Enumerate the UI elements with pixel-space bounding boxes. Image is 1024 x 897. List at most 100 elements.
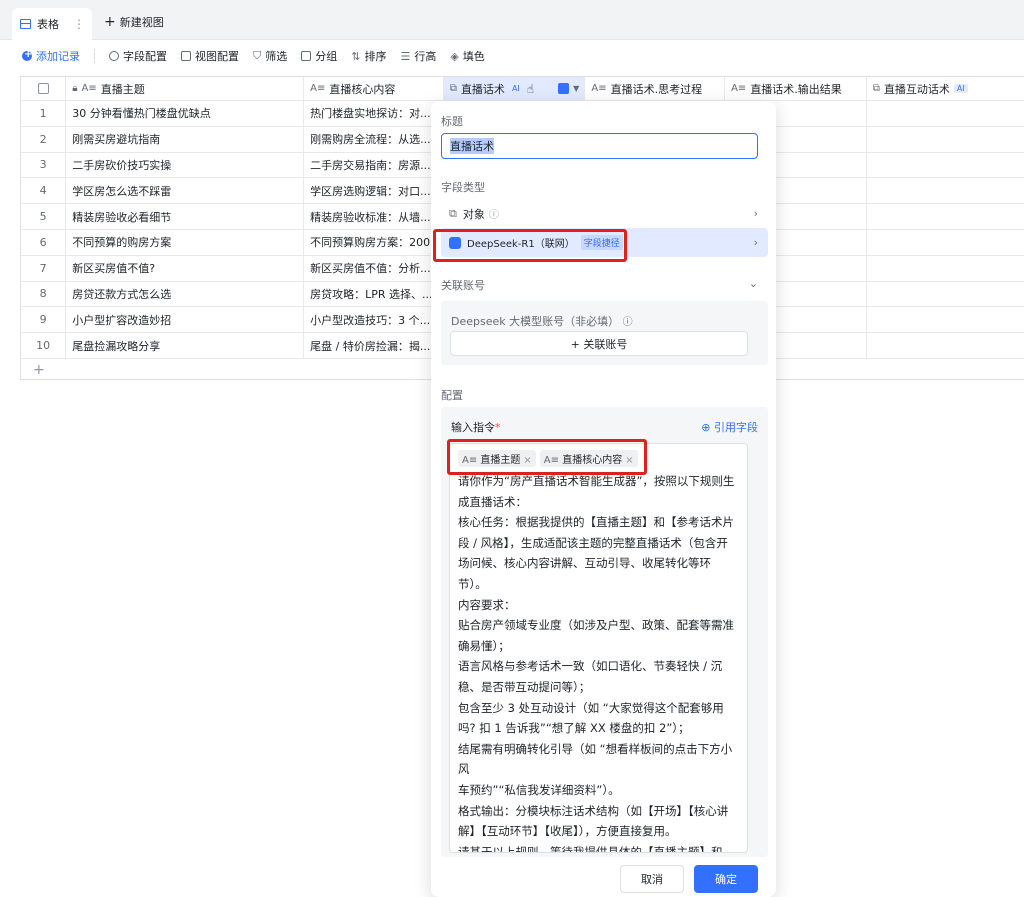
caret-down-icon[interactable]: ▼	[573, 84, 579, 93]
object-field-icon: ⧉	[872, 83, 880, 94]
cell-interact[interactable]	[867, 178, 1024, 203]
cell-topic[interactable]: 学区房怎么选不踩雷	[66, 178, 305, 204]
cell-core[interactable]: 小户型改造技巧：3 个...	[304, 307, 444, 333]
column-think-label: 直播话术.思考过程	[610, 82, 703, 96]
cell-interact[interactable]	[867, 307, 1024, 332]
column-header-output[interactable]: A≡ 直播话术.输出结果	[725, 77, 867, 100]
cell-core[interactable]: 精装房验收标准：从墙...	[304, 204, 444, 229]
cell-interact[interactable]	[867, 204, 1024, 229]
row-number[interactable]: 9	[21, 307, 67, 333]
sort-icon: ⇅	[351, 49, 361, 63]
cell-core[interactable]: 房贷攻略：LPR 选择、...	[304, 281, 444, 307]
title-label: 标题	[441, 115, 463, 128]
field-config-button[interactable]: 字段配置	[109, 48, 167, 64]
cell-topic[interactable]: 精装房验收必看细节	[66, 204, 305, 229]
cell-topic[interactable]: 二手房砍价技巧实操	[66, 152, 305, 178]
object-field-icon: ⧉	[449, 83, 457, 94]
info-icon: ⓘ	[622, 317, 633, 328]
cell-topic[interactable]: 30 分钟看懂热门楼盘优缺点	[66, 101, 305, 126]
account-field-label: Deepseek 大模型账号（非必填） ⓘ	[451, 313, 633, 329]
cell-interact[interactable]	[867, 153, 1024, 178]
header-row: 🔒︎ A≡ 直播主题 A≡ 直播核心内容 ⧉ 直播话术 AI ☝ ▼ A≡ 直播…	[21, 77, 1024, 101]
cell-topic[interactable]: 刚需买房避坑指南	[66, 126, 305, 152]
cell-core[interactable]: 刚需购房全流程：从选...	[304, 126, 444, 152]
row-number[interactable]: 8	[21, 281, 67, 307]
row-number[interactable]: 6	[21, 229, 67, 255]
instruction-label: 输入指令*	[451, 419, 501, 435]
cell-topic[interactable]: 新区买房值不值?	[66, 255, 305, 281]
cell-topic[interactable]: 小户型扩容改造妙招	[66, 307, 305, 333]
instruction-textarea[interactable]: A≡ 直播主题 × A≡ 直播核心内容 × 请你作为“房产直播话术智能生成器”，按照…	[449, 443, 748, 853]
field-config-label: 字段配置	[123, 50, 167, 63]
row-number[interactable]: 1	[21, 101, 67, 126]
select-all-cell[interactable]	[21, 77, 67, 100]
gear-icon	[109, 51, 119, 61]
row-height-button[interactable]: ☰ 行高	[400, 48, 436, 64]
field-type-object[interactable]: ⧉ 对象 ⓘ ›	[441, 199, 768, 228]
cell-interact[interactable]	[867, 256, 1024, 281]
new-view-button[interactable]: + 新建视图	[104, 14, 164, 30]
field-type-object-label: 对象	[462, 207, 485, 221]
cell-core[interactable]: 学区房选购逻辑：对口...	[304, 178, 444, 204]
row-number[interactable]: 3	[21, 152, 67, 178]
title-input[interactable]: 直播话术	[441, 133, 758, 159]
ai-badge: AI	[953, 84, 968, 93]
cell-interact[interactable]	[867, 101, 1024, 126]
text-field-icon: A≡	[310, 83, 326, 94]
link-account-button[interactable]: + 关联账号	[450, 331, 748, 356]
view-config-button[interactable]: 视图配置	[181, 48, 239, 64]
toolbar: 添加记录 字段配置 视图配置 ⛉ 筛选 分组 ⇅ 排序 ☰ 行高 ◈ 填色	[0, 40, 1024, 72]
cancel-button[interactable]: 取消	[620, 865, 684, 893]
cell-interact[interactable]	[867, 230, 1024, 255]
column-header-think[interactable]: A≡ 直播话术.思考过程	[585, 77, 726, 100]
row-number[interactable]: 10	[21, 333, 67, 358]
info-icon: ⓘ	[488, 210, 499, 221]
filter-label: 筛选	[265, 50, 288, 63]
field-config-panel: 标题 直播话术 字段类型 ⧉ 对象 ⓘ › DeepSeek-R1（联网） 字段…	[431, 101, 776, 897]
filter-button[interactable]: ⛉ 筛选	[253, 48, 287, 64]
account-label: 关联账号	[441, 279, 485, 292]
deepseek-icon	[558, 83, 570, 94]
account-section-header[interactable]: 关联账号 ⌄	[441, 277, 758, 293]
view-config-icon	[181, 51, 191, 61]
select-all-checkbox[interactable]	[37, 83, 49, 94]
confirm-button[interactable]: 确定	[694, 865, 758, 893]
row-number[interactable]: 7	[21, 255, 67, 281]
add-circle-icon	[22, 49, 32, 61]
cell-core[interactable]: 二手房交易指南：房源...	[304, 152, 444, 178]
row-number[interactable]: 4	[21, 178, 67, 204]
column-header-core[interactable]: A≡ 直播核心内容	[304, 77, 444, 100]
more-icon[interactable]: ⋮	[73, 17, 85, 31]
column-header-topic[interactable]: 🔒︎ A≡ 直播主题	[66, 77, 305, 100]
cell-topic[interactable]: 尾盘捡漏攻略分享	[66, 333, 305, 358]
column-output-label: 直播话术.输出结果	[750, 82, 842, 96]
cell-interact[interactable]	[867, 282, 1024, 307]
column-header-script[interactable]: ⧉ 直播话术 AI ☝ ▼	[443, 77, 586, 100]
fill-color-button[interactable]: ◈ 填色	[450, 48, 484, 64]
text-field-icon: A≡	[81, 83, 97, 94]
row-height-label: 行高	[414, 50, 437, 63]
new-view-label: 新建视图	[119, 16, 164, 29]
sort-button[interactable]: ⇅ 排序	[351, 48, 386, 64]
cursor-icon: ☝	[526, 81, 535, 96]
group-button[interactable]: 分组	[301, 48, 337, 64]
cell-core[interactable]: 不同预算购房方案：200...	[304, 229, 444, 255]
instruction-text: 请你作为“房产直播话术智能生成器”，按照以下规则生 成直播话术： 核心任务：根据…	[458, 474, 735, 853]
reference-field-button[interactable]: ⊕ 引用字段	[701, 419, 758, 435]
cell-core[interactable]: 尾盘 / 特价房捡漏：揭...	[304, 333, 444, 358]
required-mark: *	[495, 421, 501, 434]
add-record-button[interactable]: 添加记录	[22, 48, 80, 64]
cell-topic[interactable]: 房贷还款方式怎么选	[66, 281, 305, 307]
row-number[interactable]: 5	[21, 204, 67, 229]
cell-core[interactable]: 热门楼盘实地探访：对...	[304, 101, 444, 126]
cell-topic[interactable]: 不同预算的购房方案	[66, 229, 305, 255]
tab-table[interactable]: 表格 ⋮	[12, 8, 92, 40]
cell-core[interactable]: 新区买房值不值：分析...	[304, 255, 444, 281]
cell-interact[interactable]	[867, 127, 1024, 152]
filter-icon: ⛉	[253, 49, 262, 62]
column-header-interact[interactable]: ⧉ 直播互动话术 AI	[867, 77, 1024, 100]
account-field-text: Deepseek 大模型账号（非必填）	[451, 315, 620, 328]
chevron-right-icon: ›	[753, 207, 758, 220]
row-number[interactable]: 2	[21, 126, 67, 152]
cell-interact[interactable]	[867, 333, 1024, 358]
